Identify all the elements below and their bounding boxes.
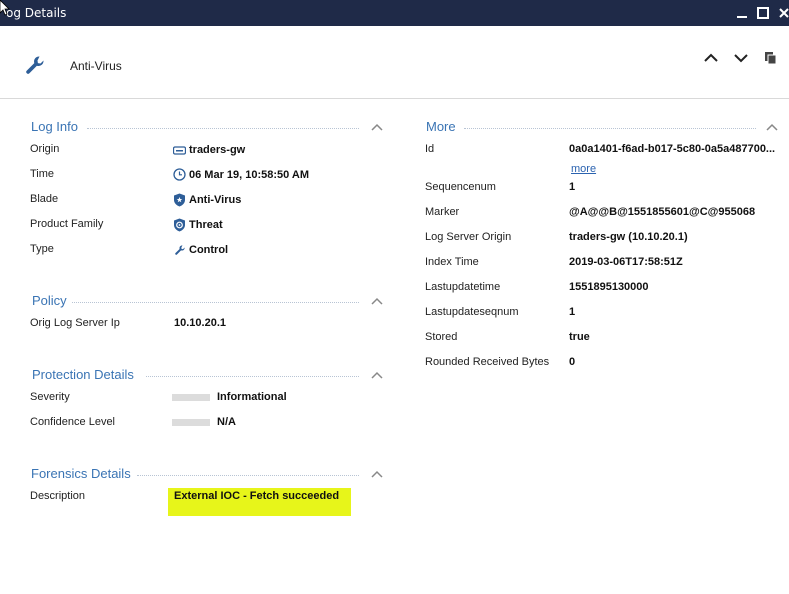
chevron-down-icon: [734, 54, 748, 63]
confidence-level-value: N/A: [217, 416, 236, 428]
description-label: Description: [30, 490, 86, 502]
collapse-chevron-icon[interactable]: [371, 122, 383, 132]
product-family-value-wrap: Threat: [173, 218, 223, 231]
section-divider: [146, 376, 359, 377]
rounded-received-bytes-value: 0: [569, 356, 576, 368]
log-server-origin-value: traders-gw (10.10.20.1): [569, 231, 688, 243]
index-time-value: 2019-03-06T17:58:51Z: [569, 256, 683, 268]
forensics-details-section: Forensics Details: [31, 466, 386, 482]
id-value: 0a0a1401-f6ad-b017-5c80-0a5a487700...: [569, 143, 776, 155]
type-value-wrap: Control: [173, 243, 228, 256]
time-value-wrap: 06 Mar 19, 10:58:50 AM: [173, 168, 309, 181]
previous-log-button[interactable]: [702, 50, 720, 66]
log-info-title: Log Info: [31, 119, 78, 134]
lastupdateseqnum-label: Lastupdateseqnum: [425, 306, 519, 318]
confidence-level-label: Confidence Level: [30, 416, 116, 428]
severity-value-wrap: Informational: [172, 391, 287, 403]
blade-label: Blade: [30, 193, 59, 205]
next-log-button[interactable]: [732, 50, 750, 66]
maximize-button[interactable]: [754, 4, 772, 22]
origin-value[interactable]: traders-gw: [189, 144, 245, 156]
lastupdatetime-label: Lastupdatetime: [425, 281, 501, 293]
wrench-icon: [173, 243, 186, 256]
log-info-header[interactable]: Log Info: [31, 119, 386, 135]
chevron-up-icon: [704, 53, 718, 62]
stored-value: true: [569, 331, 590, 343]
maximize-icon: [757, 7, 769, 19]
gateway-icon: [173, 143, 186, 156]
section-divider: [72, 302, 359, 303]
severity-value: Informational: [217, 391, 287, 403]
severity-label: Severity: [30, 391, 70, 403]
blade-value[interactable]: Anti-Virus: [189, 194, 241, 206]
type-value[interactable]: Control: [189, 244, 228, 256]
product-family-label: Product Family: [30, 218, 104, 230]
log-title: Anti-Virus: [70, 59, 122, 73]
collapse-chevron-icon[interactable]: [766, 122, 778, 132]
rounded-received-bytes-label: Rounded Received Bytes: [425, 356, 550, 368]
shield-star-icon: [173, 193, 186, 206]
stored-label: Stored: [425, 331, 458, 343]
time-label: Time: [30, 168, 55, 180]
product-family-value[interactable]: Threat: [189, 219, 223, 231]
protection-details-header[interactable]: Protection Details: [32, 367, 386, 383]
close-icon: [779, 8, 789, 18]
more-link[interactable]: more: [571, 163, 596, 175]
protection-details-title: Protection Details: [32, 367, 134, 382]
orig-log-server-ip-label: Orig Log Server Ip: [30, 317, 120, 329]
orig-log-server-ip-value: 10.10.20.1: [174, 317, 226, 329]
confidence-level-value-wrap: N/A: [172, 416, 236, 428]
section-divider: [87, 128, 359, 129]
close-button[interactable]: [775, 4, 789, 22]
copy-button[interactable]: [762, 50, 780, 66]
forensics-details-header[interactable]: Forensics Details: [31, 466, 386, 482]
minimize-icon: [737, 16, 747, 18]
origin-label: Origin: [30, 143, 60, 155]
protection-details-section: Protection Details: [32, 367, 386, 383]
lastupdateseqnum-value: 1: [569, 306, 576, 318]
minimize-button[interactable]: [733, 4, 751, 22]
copy-icon: [765, 52, 777, 65]
marker-label: Marker: [425, 206, 460, 218]
mouse-cursor-icon: [0, 0, 10, 19]
clock-icon: [173, 168, 186, 181]
policy-section: Policy: [32, 293, 386, 309]
section-divider: [137, 475, 359, 476]
blade-value-wrap: Anti-Virus: [173, 193, 241, 206]
window-title: og Details: [6, 6, 67, 20]
origin-value-wrap: traders-gw: [173, 143, 245, 156]
lastupdatetime-value: 1551895130000: [569, 281, 649, 293]
log-info-section: Log Info: [31, 119, 386, 259]
window-titlebar: og Details: [0, 0, 789, 26]
wrench-icon: [24, 54, 46, 79]
severity-level-bar: [172, 393, 210, 401]
forensics-details-title: Forensics Details: [31, 466, 131, 481]
description-value: External IOC - Fetch succeeded: [174, 490, 340, 502]
more-header[interactable]: More: [426, 119, 778, 135]
more-section: More: [426, 119, 778, 135]
policy-header[interactable]: Policy: [32, 293, 386, 309]
marker-value: @A@@B@1551855601@C@955068: [569, 206, 756, 218]
more-title: More: [426, 119, 456, 134]
collapse-chevron-icon[interactable]: [371, 296, 383, 306]
time-value: 06 Mar 19, 10:58:50 AM: [189, 168, 310, 181]
confidence-level-bar: [172, 418, 210, 426]
section-divider: [464, 128, 756, 129]
policy-title: Policy: [32, 293, 67, 308]
log-header: Anti-Virus: [0, 26, 789, 99]
log-server-origin-label: Log Server Origin: [425, 231, 512, 243]
collapse-chevron-icon[interactable]: [371, 370, 383, 380]
type-label: Type: [30, 243, 54, 255]
sequencenum-value: 1: [569, 181, 576, 193]
threat-shield-icon: [173, 218, 186, 231]
collapse-chevron-icon[interactable]: [371, 469, 383, 479]
sequencenum-label: Sequencenum: [425, 181, 496, 193]
id-label: Id: [425, 143, 435, 155]
index-time-label: Index Time: [425, 256, 479, 268]
